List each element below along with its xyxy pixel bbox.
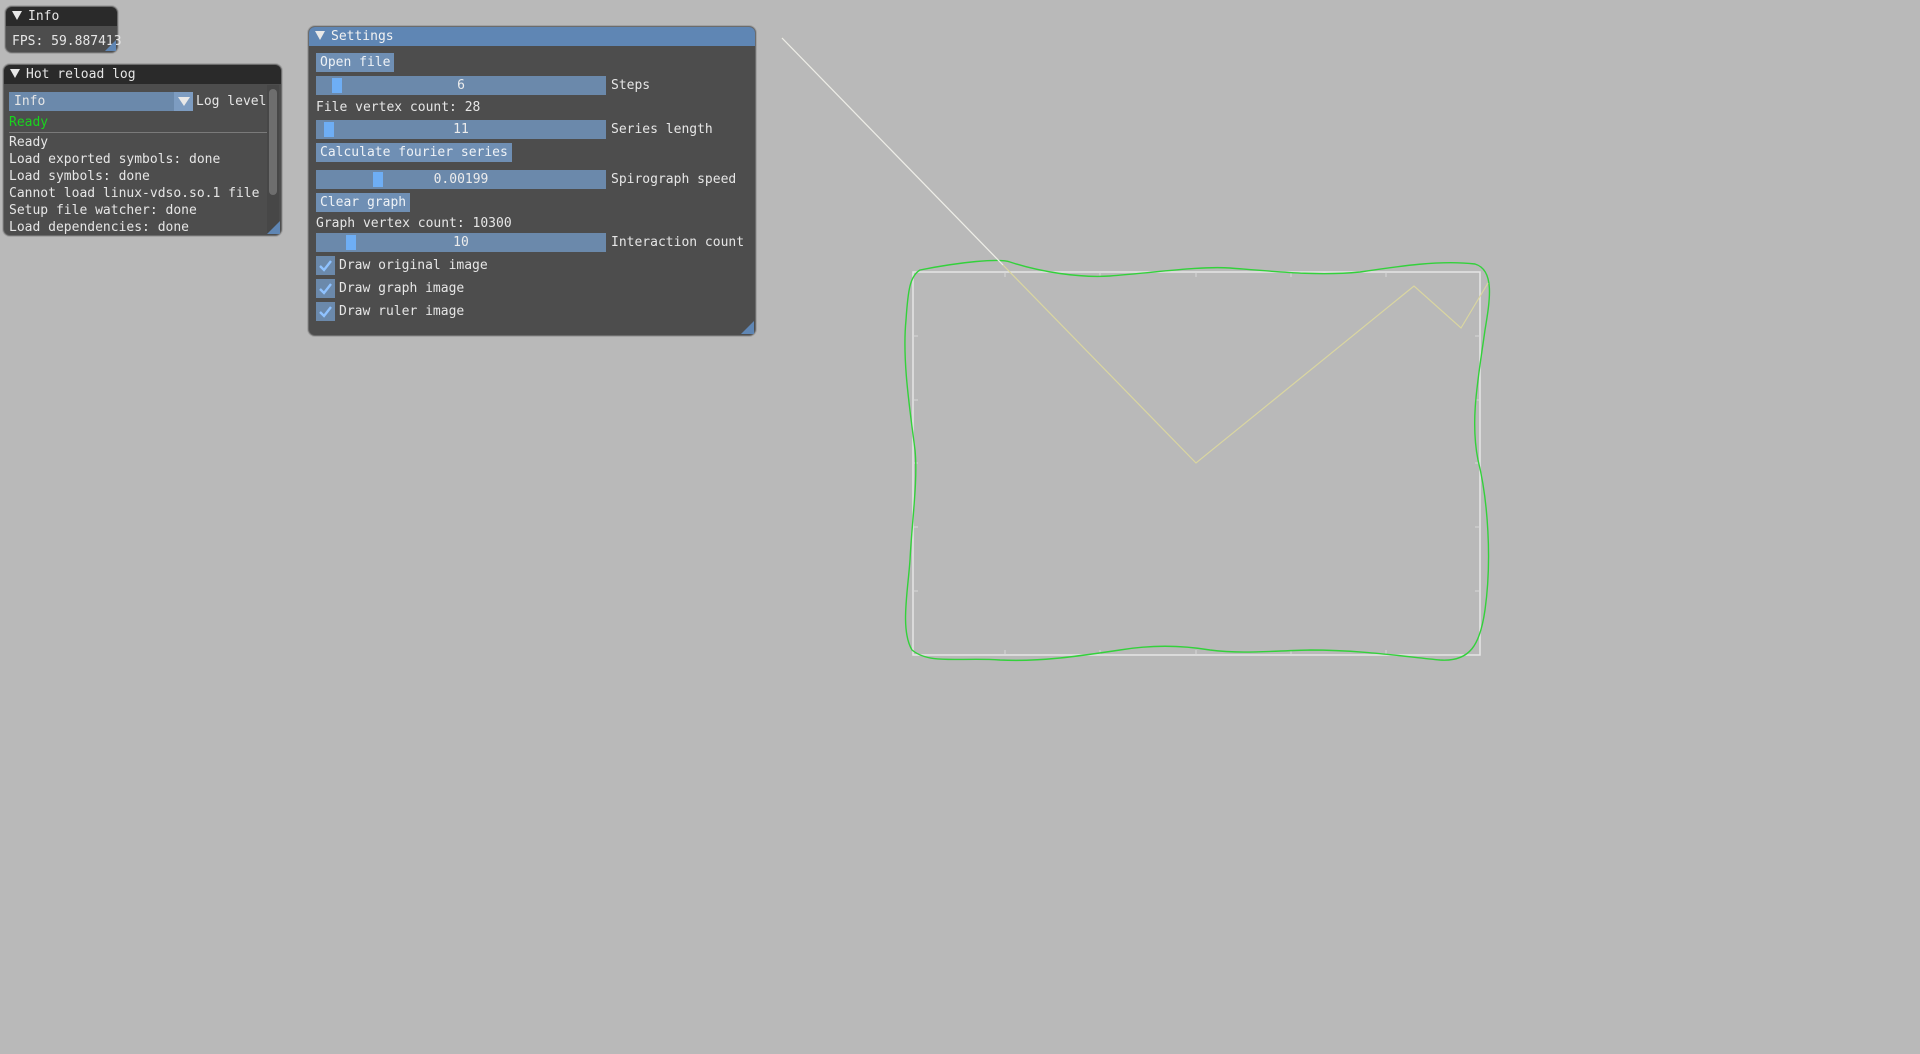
checkmark-icon xyxy=(319,260,332,272)
log-entry: Cannot load linux-vdso.so.1 file xyxy=(9,186,260,201)
log-status: Ready xyxy=(9,115,49,130)
info-window[interactable]: Info FPS: 59.887413 xyxy=(5,6,122,53)
calculate-fourier-button[interactable]: Calculate fourier series xyxy=(316,143,512,162)
checkmark-icon xyxy=(319,306,332,318)
draw-graph-label: Draw graph image xyxy=(339,281,465,296)
draw-ruler-checkbox[interactable] xyxy=(316,302,335,321)
collapse-arrow-icon[interactable] xyxy=(12,11,22,20)
spirograph-speed-label: Spirograph speed xyxy=(611,172,737,187)
steps-slider[interactable]: 6 xyxy=(316,76,606,95)
series-length-value: 11 xyxy=(453,122,469,137)
resize-grip-icon[interactable] xyxy=(267,221,280,234)
spirograph-speed-slider[interactable]: 0.00199 xyxy=(316,170,606,189)
steps-label: Steps xyxy=(611,78,651,93)
draw-graph-checkbox[interactable] xyxy=(316,279,335,298)
collapse-arrow-icon[interactable] xyxy=(315,31,325,40)
spirograph-line xyxy=(781,37,1489,464)
log-entry: Load exported symbols: done xyxy=(9,152,221,167)
log-separator xyxy=(9,132,269,133)
info-window-title: Info xyxy=(28,9,60,24)
log-entry: Load dependencies: done xyxy=(9,220,190,235)
info-window-titlebar[interactable]: Info xyxy=(6,7,117,26)
steps-value: 6 xyxy=(457,78,465,93)
settings-window[interactable]: Settings Open file 6 Steps File vertex c… xyxy=(308,26,756,336)
settings-window-title: Settings xyxy=(331,29,394,44)
file-vertex-count: File vertex count: 28 xyxy=(316,100,481,115)
draw-original-label: Draw original image xyxy=(339,258,488,273)
hot-reload-log-window[interactable]: Hot reload log Info Log level Ready Read… xyxy=(3,64,282,236)
draw-ruler-label: Draw ruler image xyxy=(339,304,465,319)
log-scrollbar[interactable] xyxy=(267,85,279,233)
graph-vertex-count: Graph vertex count: 10300 xyxy=(316,216,512,231)
fourier-graph-curve xyxy=(904,259,1491,662)
drawing-canvas[interactable] xyxy=(0,0,1920,1054)
draw-original-checkbox[interactable] xyxy=(316,256,335,275)
resize-grip-icon[interactable] xyxy=(741,321,754,334)
log-scrollbar-thumb[interactable] xyxy=(269,89,277,195)
settings-window-titlebar[interactable]: Settings xyxy=(309,27,755,46)
open-file-button[interactable]: Open file xyxy=(316,53,395,72)
log-window-title: Hot reload log xyxy=(26,67,136,82)
resize-grip-icon[interactable] xyxy=(105,40,116,51)
series-length-slider[interactable]: 11 xyxy=(316,120,606,139)
log-level-select[interactable]: Info xyxy=(9,92,193,111)
clear-graph-button[interactable]: Clear graph xyxy=(316,193,411,212)
series-length-label: Series length xyxy=(611,122,713,137)
log-entry: Setup file watcher: done xyxy=(9,203,197,218)
interaction-count-value: 10 xyxy=(453,235,469,250)
log-level-value: Info xyxy=(14,94,46,109)
interaction-count-label: Interaction count xyxy=(611,235,745,250)
spirograph-speed-value: 0.00199 xyxy=(433,172,489,187)
log-level-label: Log level xyxy=(196,94,267,109)
chevron-down-icon[interactable] xyxy=(174,92,193,111)
checkmark-icon xyxy=(319,283,332,295)
log-window-titlebar[interactable]: Hot reload log xyxy=(4,65,281,84)
original-image-rect xyxy=(912,271,1481,656)
ruler-ticks xyxy=(913,272,1480,655)
interaction-count-slider[interactable]: 10 xyxy=(316,233,606,252)
log-entry: Load symbols: done xyxy=(9,169,150,184)
log-entry: Ready xyxy=(9,135,49,150)
collapse-arrow-icon[interactable] xyxy=(10,69,20,78)
spirograph-arm xyxy=(781,37,1004,266)
